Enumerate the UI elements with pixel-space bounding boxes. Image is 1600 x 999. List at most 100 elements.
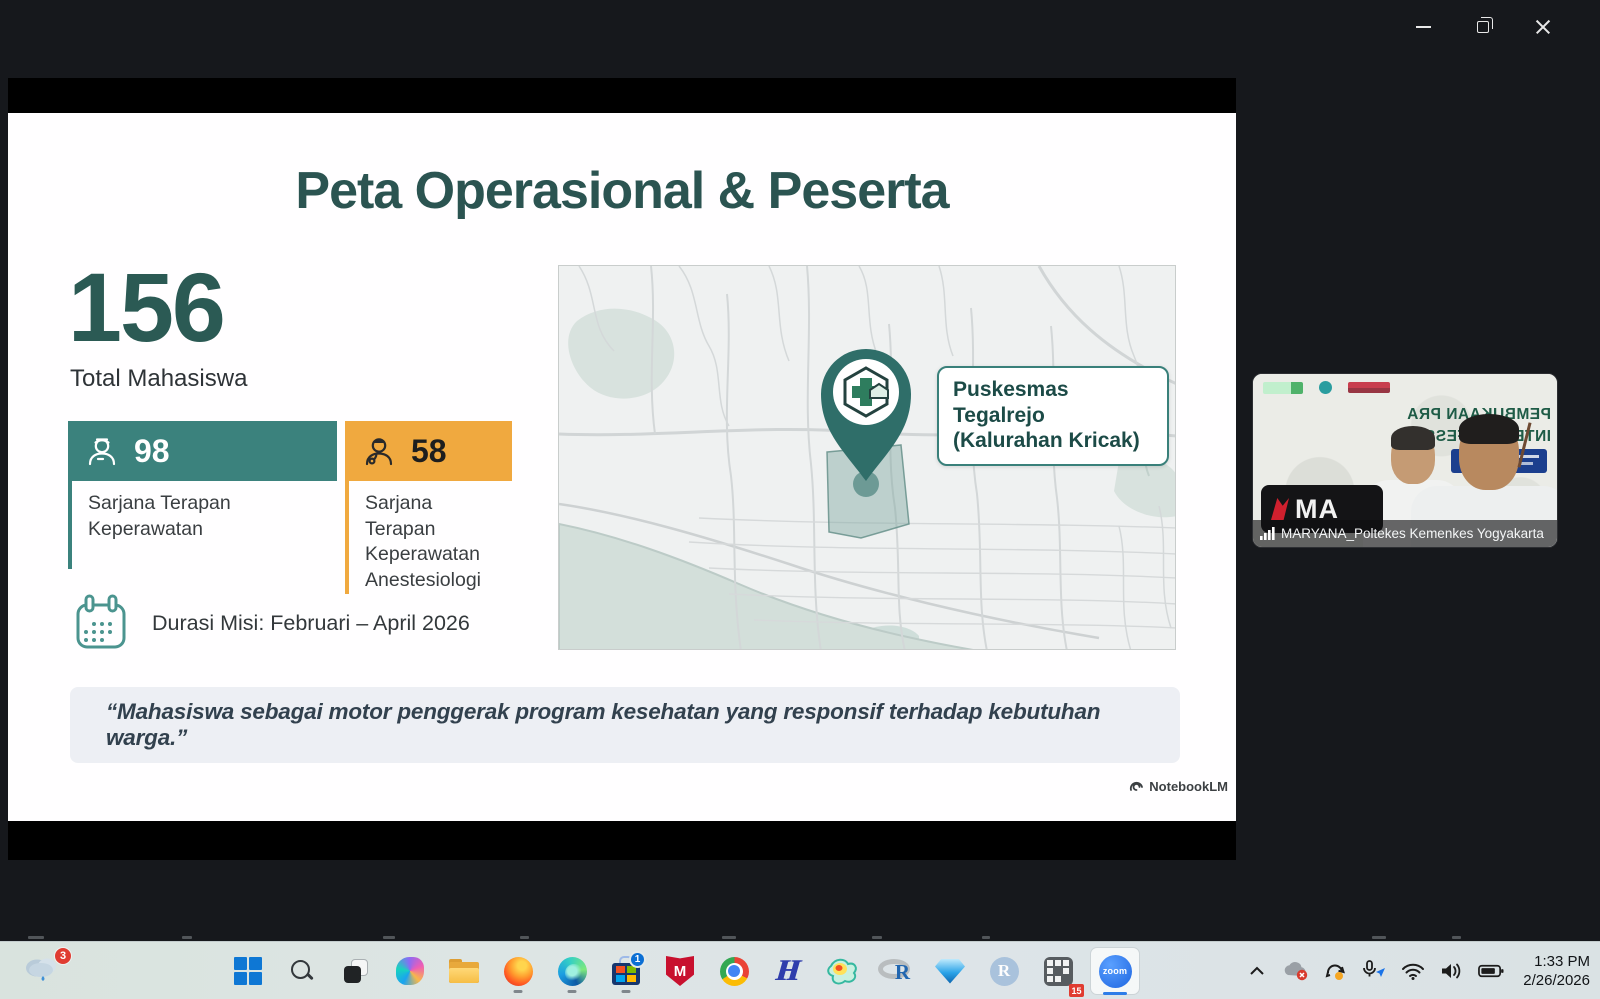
edge-icon xyxy=(558,957,587,986)
file-explorer-icon xyxy=(449,959,479,983)
connection-quality-icon xyxy=(1260,527,1275,540)
edge-button[interactable] xyxy=(550,948,594,994)
program-count: 58 xyxy=(411,433,447,470)
program-card-anestesiologi: 58 Sarjana Terapan Keperawatan Anestesio… xyxy=(345,421,512,594)
diamond-app-button[interactable] xyxy=(928,948,972,994)
zoom-icon: zoom xyxy=(1099,955,1132,988)
backdrop-logo-teal xyxy=(1319,381,1332,394)
system-tray: 1:33 PM 2/26/2026 xyxy=(1244,942,1590,999)
close-icon xyxy=(1535,19,1551,35)
participant-name-bar: MARYANA_Poltekes Kemenkes Yogyakarta xyxy=(1253,520,1557,547)
mission-duration: Durasi Misi: Februari – April 2026 xyxy=(72,593,470,653)
store-badge: 1 xyxy=(629,951,646,968)
copilot-icon xyxy=(396,957,424,985)
battery-button[interactable] xyxy=(1478,958,1504,984)
volume-button[interactable] xyxy=(1439,958,1465,984)
quote-text: “Mahasiswa sebagai motor penggerak progr… xyxy=(106,699,1180,751)
backdrop-logos xyxy=(1263,381,1390,394)
task-view-button[interactable] xyxy=(334,948,378,994)
weather-widget[interactable]: 3 xyxy=(22,950,68,992)
program-count: 98 xyxy=(134,433,170,470)
ghost-fragment xyxy=(1452,936,1461,939)
r-language-button[interactable]: R xyxy=(874,948,918,994)
chrome-button[interactable] xyxy=(712,948,756,994)
microsoft-store-button[interactable]: 1 xyxy=(604,948,648,994)
firefox-button[interactable] xyxy=(496,948,540,994)
wifi-button[interactable] xyxy=(1400,958,1426,984)
clock-date: 2/26/2026 xyxy=(1523,971,1590,991)
backdrop-logo-red xyxy=(1348,382,1390,393)
running-indicator xyxy=(514,990,523,993)
gis-app-button[interactable] xyxy=(820,948,864,994)
onedrive-error-icon xyxy=(1283,961,1309,981)
ghost-fragment xyxy=(28,936,44,939)
mcafee-shield-icon: M xyxy=(666,956,694,986)
nurse-icon xyxy=(84,433,120,469)
notebooklm-watermark: NotebookLM xyxy=(1129,779,1228,794)
sync-status-button[interactable] xyxy=(1322,958,1348,984)
h-app-button[interactable]: H xyxy=(766,948,810,994)
microsoft-store-icon: 1 xyxy=(611,956,641,986)
ghost-fragment xyxy=(182,936,192,939)
mcafee-button[interactable]: M xyxy=(658,948,702,994)
window-controls xyxy=(1410,14,1556,40)
close-button[interactable] xyxy=(1530,14,1556,40)
chrome-icon xyxy=(720,957,749,986)
restore-button[interactable] xyxy=(1470,14,1496,40)
participant-video-tile[interactable]: PEMBUKAAN PRA INTERPROFESSION MA MA xyxy=(1252,373,1558,548)
speaker-icon xyxy=(1440,962,1464,980)
backdrop-logo-green xyxy=(1263,382,1303,394)
duration-text: Durasi Misi: Februari – April 2026 xyxy=(152,611,470,636)
person-front xyxy=(1459,418,1519,490)
notebooklm-icon xyxy=(1129,779,1144,794)
watermark-text: NotebookLM xyxy=(1149,779,1228,794)
person-head xyxy=(1459,418,1519,490)
onedrive-status-button[interactable] xyxy=(1283,958,1309,984)
minimize-icon xyxy=(1416,26,1431,28)
heatmap-icon xyxy=(825,956,859,986)
file-explorer-button[interactable] xyxy=(442,948,486,994)
start-button[interactable] xyxy=(226,948,270,994)
total-students-label: Total Mahasiswa xyxy=(70,365,247,393)
restore-icon xyxy=(1477,21,1489,33)
sync-icon xyxy=(1323,960,1347,982)
copilot-button[interactable] xyxy=(388,948,432,994)
windows-start-icon xyxy=(234,957,262,985)
program-card-header: 58 xyxy=(345,421,512,481)
firefox-icon xyxy=(504,957,533,986)
clock-time: 1:33 PM xyxy=(1523,952,1590,972)
person-back xyxy=(1391,430,1435,484)
wifi-icon xyxy=(1401,962,1425,980)
taskbar-clock[interactable]: 1:33 PM 2/26/2026 xyxy=(1523,952,1590,991)
search-button[interactable] xyxy=(280,948,324,994)
minimize-button[interactable] xyxy=(1410,14,1436,40)
program-card-header: 98 xyxy=(68,421,337,481)
slide-title: Peta Operasional & Peserta xyxy=(8,161,1236,221)
office-grid-button[interactable]: 15 xyxy=(1036,948,1080,994)
ghost-fragment xyxy=(722,936,736,939)
operational-map: Puskesmas Tegalrejo (Kalurahan Kricak) xyxy=(558,265,1176,650)
participant-name: MARYANA_Poltekes Kemenkes Yogyakarta xyxy=(1281,526,1544,541)
zoom-app-button[interactable]: zoom xyxy=(1090,947,1140,995)
overlay-logo-mark xyxy=(1271,498,1289,520)
taskbar-icons: 1 M H R xyxy=(226,947,1140,995)
program-label: Sarjana Terapan Keperawatan Anestesiolog… xyxy=(345,481,512,594)
chevron-up-icon xyxy=(1249,965,1265,977)
desktop: Peta Operasional & Peserta 156 Total Mah… xyxy=(0,0,1600,999)
microphone-location-icon xyxy=(1361,960,1387,982)
program-label: Sarjana Terapan Keperawatan xyxy=(68,481,337,569)
task-view-icon xyxy=(343,958,369,984)
running-indicator xyxy=(622,990,631,993)
slide-letterbox-top xyxy=(8,78,1236,113)
program-cards: 98 Sarjana Terapan Keperawatan xyxy=(68,421,512,594)
r-language-icon: R xyxy=(878,957,914,985)
rstudio-button[interactable]: R xyxy=(982,948,1026,994)
ghost-fragment xyxy=(982,936,990,939)
total-students-value: 156 xyxy=(68,259,224,356)
rstudio-icon: R xyxy=(990,957,1019,986)
tray-chevron-button[interactable] xyxy=(1244,958,1270,984)
ghost-fragment xyxy=(383,936,395,939)
calendar-icon xyxy=(72,593,130,653)
mic-location-button[interactable] xyxy=(1361,958,1387,984)
ghost-fragment xyxy=(872,936,882,939)
